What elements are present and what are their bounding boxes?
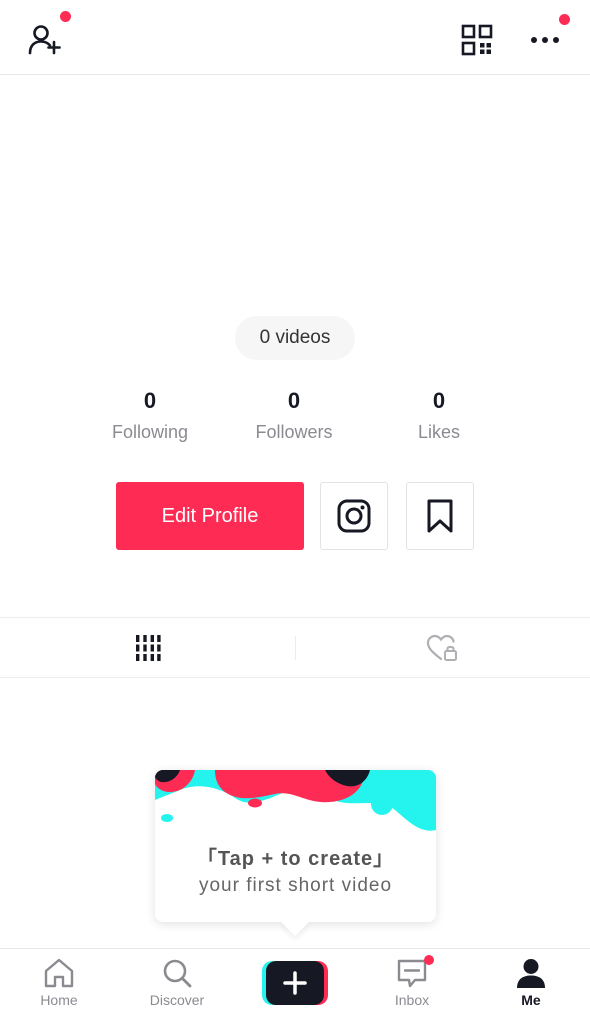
grid-icon: [135, 635, 161, 661]
create-video-button[interactable]: [262, 961, 328, 1005]
bookmark-icon: [427, 499, 453, 533]
nav-discover[interactable]: Discover: [127, 957, 227, 1019]
home-icon: [44, 958, 74, 988]
card-illustration: [155, 770, 436, 836]
stat-likes[interactable]: 0 Likes: [369, 386, 509, 444]
tab-liked[interactable]: [295, 618, 590, 678]
qr-code-button[interactable]: [455, 18, 499, 62]
nav-me[interactable]: Me: [481, 957, 581, 1019]
nav-inbox-label: Inbox: [394, 992, 430, 1008]
notification-dot: [60, 11, 71, 22]
likes-label: Likes: [417, 422, 461, 442]
top-bar: [0, 0, 590, 75]
add-user-icon: [28, 25, 61, 55]
nav-me-label: Me: [521, 992, 541, 1008]
more-icon: [531, 37, 559, 43]
more-options-button[interactable]: [523, 14, 570, 62]
create-first-video-card[interactable]: 「Tap + to create」 your first short video: [155, 770, 436, 937]
inbox-notification-dot: [424, 955, 434, 965]
card-pointer: [280, 907, 310, 937]
edit-profile-button[interactable]: Edit Profile: [116, 482, 304, 550]
create-card-title: 「Tap + to create」: [196, 848, 395, 870]
profile-tabs: [0, 617, 590, 678]
nav-discover-label: Discover: [149, 992, 205, 1008]
nav-home[interactable]: Home: [9, 957, 109, 1019]
profile-icon: [517, 959, 545, 988]
add-user-button[interactable]: [22, 11, 71, 62]
liked-private-icon: [426, 634, 457, 661]
bottom-navigation: Home Discover Inbox Me: [0, 948, 590, 1024]
qr-code-icon: [461, 24, 493, 56]
likes-count: 0: [432, 388, 446, 413]
instagram-icon: [337, 499, 371, 533]
following-count: 0: [143, 388, 157, 413]
search-icon: [163, 959, 192, 988]
stat-following[interactable]: 0 Following: [80, 386, 220, 444]
notification-dot: [559, 14, 570, 25]
nav-inbox[interactable]: Inbox: [362, 955, 462, 1019]
nav-home-label: Home: [40, 992, 78, 1008]
followers-label: Followers: [255, 422, 333, 442]
video-count: 0 videos: [235, 316, 355, 360]
tab-videos[interactable]: [0, 618, 295, 678]
instagram-button[interactable]: [320, 482, 388, 550]
favorites-button[interactable]: [406, 482, 474, 550]
stat-followers[interactable]: 0 Followers: [224, 386, 364, 444]
create-card-subtitle: your first short video: [198, 875, 393, 896]
followers-count: 0: [287, 388, 301, 413]
plus-icon: [262, 961, 328, 1005]
following-label: Following: [111, 422, 189, 442]
